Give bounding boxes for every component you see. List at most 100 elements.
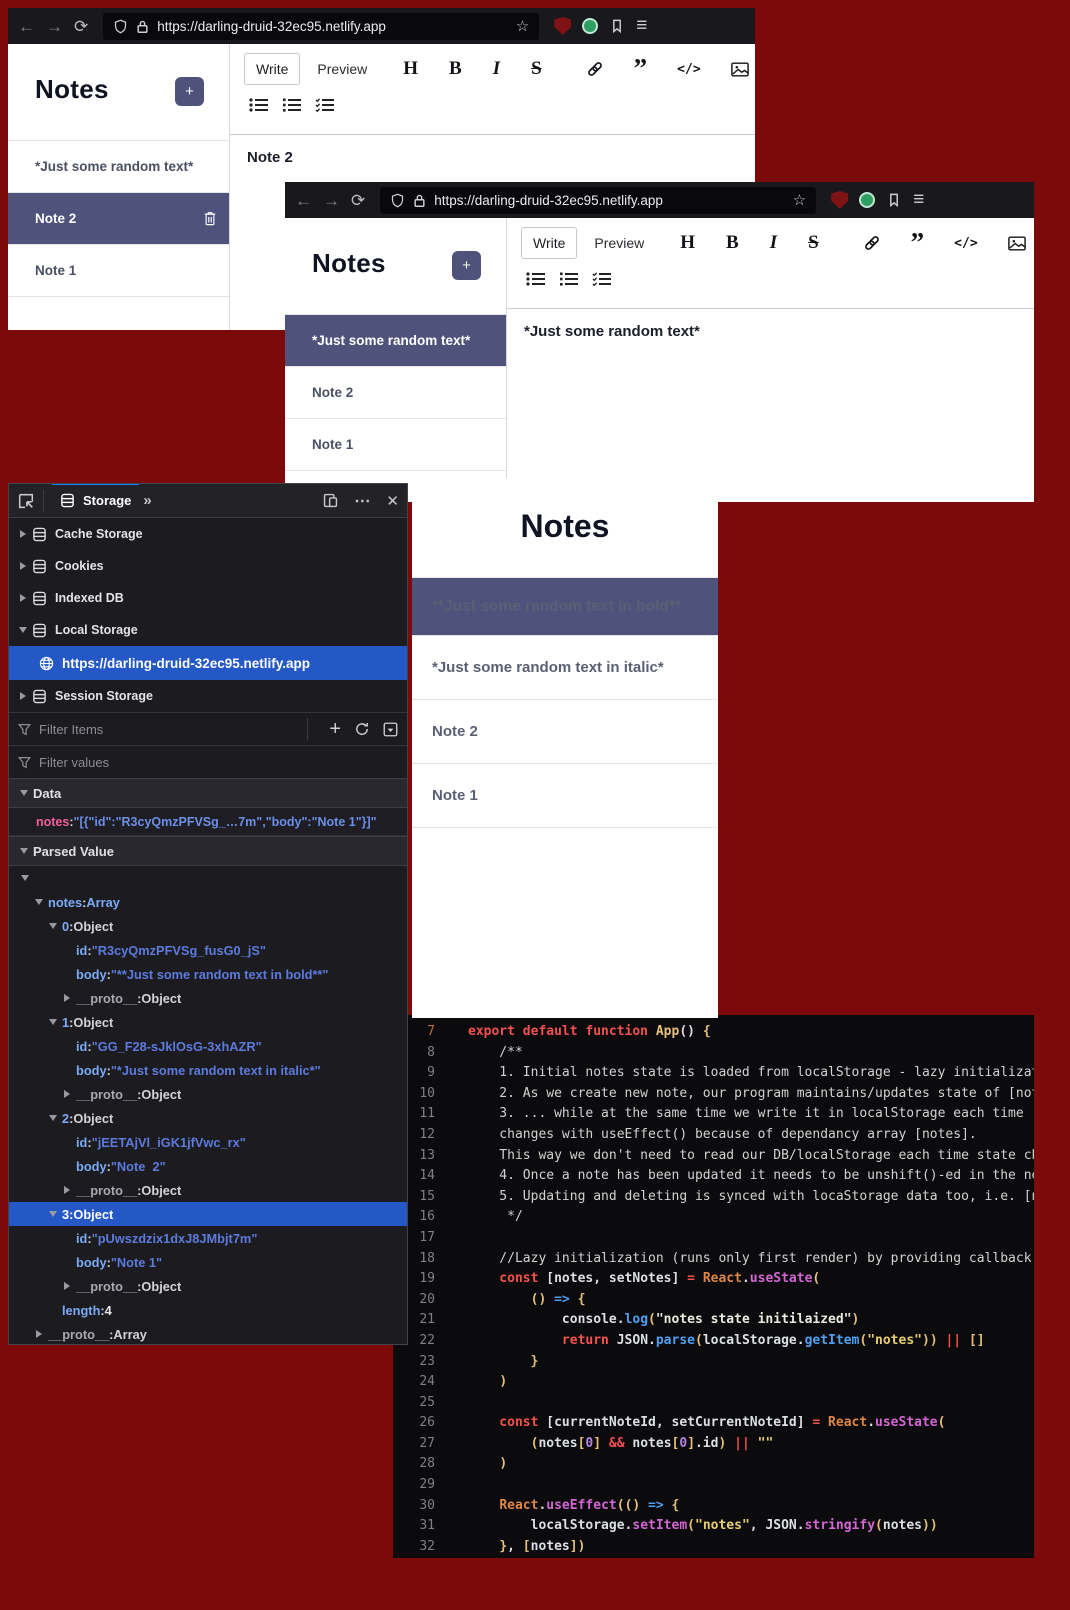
quote-icon[interactable]: ” bbox=[634, 55, 648, 82]
tab-storage[interactable]: Storage bbox=[52, 484, 140, 518]
add-note-button[interactable]: + bbox=[175, 77, 204, 106]
extension-icon[interactable] bbox=[859, 192, 876, 208]
parsed-tree-row[interactable]: body: "Note 1" bbox=[9, 1250, 407, 1274]
note-item[interactable]: *Just some random text in italic* bbox=[412, 636, 718, 700]
storage-tree-item[interactable]: Cache Storage bbox=[9, 518, 407, 550]
bold-icon[interactable]: B bbox=[726, 232, 739, 254]
code-line[interactable]: 29 bbox=[393, 1475, 1034, 1496]
link-icon[interactable] bbox=[863, 234, 881, 252]
chevron-right-icon[interactable] bbox=[61, 1090, 73, 1098]
parsed-tree-row[interactable]: id: "jEETAjVl_iGK1jfVwc_rx" bbox=[9, 1130, 407, 1154]
parsed-tree-row[interactable]: notes: Array bbox=[9, 890, 407, 914]
reload-button[interactable]: ⟳ bbox=[74, 18, 88, 35]
parsed-tree-row[interactable]: __proto__:Object bbox=[9, 1178, 407, 1202]
heading-icon[interactable]: H bbox=[680, 232, 695, 254]
storage-tree-item[interactable]: Local Storage bbox=[9, 614, 407, 646]
code-line[interactable]: 16 */ bbox=[393, 1207, 1034, 1228]
strikethrough-icon[interactable]: S bbox=[531, 58, 542, 80]
add-item-icon[interactable]: + bbox=[329, 719, 341, 739]
chevron-down-icon[interactable] bbox=[17, 627, 29, 633]
code-line[interactable]: 8 /** bbox=[393, 1043, 1034, 1064]
chevron-right-icon[interactable] bbox=[61, 1186, 73, 1194]
url-bar[interactable]: https://darling-druid-32ec95.netlify.app… bbox=[380, 186, 817, 214]
ublock-extension-icon[interactable] bbox=[554, 17, 572, 35]
refresh-icon[interactable] bbox=[354, 721, 370, 737]
chevron-right-icon[interactable] bbox=[17, 692, 29, 700]
code-line[interactable]: 19 const [notes, setNotes] = React.useSt… bbox=[393, 1269, 1034, 1290]
chevron-down-icon[interactable] bbox=[19, 875, 31, 881]
forward-button[interactable]: → bbox=[323, 192, 340, 209]
code-line[interactable]: 20 () => { bbox=[393, 1290, 1034, 1311]
parsed-tree-row[interactable]: 1:Object bbox=[9, 1010, 407, 1034]
code-line[interactable]: 18 //Lazy initialization (runs only firs… bbox=[393, 1249, 1034, 1270]
italic-icon[interactable]: I bbox=[493, 58, 500, 80]
chevron-down-icon[interactable] bbox=[47, 923, 59, 929]
chevron-right-icon[interactable] bbox=[33, 1330, 45, 1338]
parsed-tree-row[interactable]: id: "GG_F28-sJklOsG-3xhAZR" bbox=[9, 1034, 407, 1058]
code-line[interactable]: 10 2. As we create new note, our program… bbox=[393, 1084, 1034, 1105]
responsive-mode-icon[interactable] bbox=[322, 492, 339, 509]
pick-element-icon[interactable] bbox=[17, 492, 35, 510]
code-line[interactable]: 21 console.log("notes state initilaized"… bbox=[393, 1310, 1034, 1331]
save-page-icon[interactable] bbox=[609, 18, 625, 34]
parsed-tree-row[interactable]: 2:Object bbox=[9, 1106, 407, 1130]
close-icon[interactable]: ✕ bbox=[386, 492, 399, 510]
reload-button[interactable]: ⟳ bbox=[351, 192, 365, 209]
filter-values-input[interactable]: Filter values bbox=[39, 755, 109, 770]
storage-data-row[interactable]: notes: "[{"id":"R3cyQmzPFVSg_…7m","body":… bbox=[9, 808, 407, 836]
quote-icon[interactable]: ” bbox=[911, 229, 925, 256]
code-line[interactable]: 17 bbox=[393, 1228, 1034, 1249]
ublock-extension-icon[interactable] bbox=[831, 191, 849, 209]
code-line[interactable]: 7 export default function App() { bbox=[393, 1022, 1034, 1043]
note-item[interactable]: Note 1 bbox=[285, 419, 506, 471]
code-line[interactable]: 14 4. Once a note has been updated it ne… bbox=[393, 1166, 1034, 1187]
parsed-tree-row[interactable]: __proto__:Array bbox=[9, 1322, 407, 1344]
parsed-tree-row[interactable]: length:4 bbox=[9, 1298, 407, 1322]
editor-textarea[interactable]: Note 2 bbox=[230, 135, 755, 180]
data-section-header[interactable]: Data bbox=[9, 778, 407, 808]
devtools-menu-icon[interactable]: ⋯ bbox=[354, 491, 371, 511]
bookmark-star-icon[interactable]: ☆ bbox=[793, 191, 806, 209]
chevron-right-icon[interactable] bbox=[17, 562, 29, 570]
parsed-tree-row[interactable] bbox=[9, 866, 407, 890]
bookmark-star-icon[interactable]: ☆ bbox=[516, 17, 529, 35]
chevron-down-icon[interactable] bbox=[33, 899, 45, 905]
parsed-tree-row[interactable]: body: "**Just some random text in bold**" bbox=[9, 962, 407, 986]
chevron-right-icon[interactable] bbox=[61, 1282, 73, 1290]
note-item[interactable]: *Just some random text* bbox=[8, 141, 229, 193]
parsed-tree-row[interactable]: 3:Object bbox=[9, 1202, 407, 1226]
code-line[interactable]: 12 changes with useEffect() because of d… bbox=[393, 1125, 1034, 1146]
menu-icon[interactable]: ≡ bbox=[913, 189, 924, 211]
checklist-icon[interactable] bbox=[315, 97, 335, 113]
parsed-tree-row[interactable]: __proto__:Object bbox=[9, 1274, 407, 1298]
storage-tree-item[interactable]: Session Storage bbox=[9, 680, 407, 712]
tab-write[interactable]: Write bbox=[521, 227, 578, 259]
code-line[interactable]: 15 5. Updating and deleting is synced wi… bbox=[393, 1187, 1034, 1208]
note-item[interactable]: Note 2 bbox=[285, 367, 506, 419]
parsed-tree-row[interactable]: body: "Note 2" bbox=[9, 1154, 407, 1178]
numbered-list-icon[interactable] bbox=[282, 97, 302, 113]
bold-icon[interactable]: B bbox=[449, 58, 462, 80]
editor-textarea[interactable]: *Just some random text* bbox=[507, 309, 1034, 354]
storage-tree-item[interactable]: Indexed DB bbox=[9, 582, 407, 614]
note-item[interactable]: Note 1 bbox=[412, 764, 718, 828]
storage-origin-item[interactable]: https://darling-druid-32ec95.netlify.app bbox=[9, 646, 407, 680]
tab-write[interactable]: Write bbox=[244, 53, 301, 85]
extension-icon[interactable] bbox=[582, 18, 599, 34]
chevron-right-icon[interactable] bbox=[17, 530, 29, 538]
parsed-tree-row[interactable]: 0:Object bbox=[9, 914, 407, 938]
image-icon[interactable] bbox=[730, 61, 749, 77]
parsed-tree-row[interactable]: __proto__:Object bbox=[9, 1082, 407, 1106]
tab-preview[interactable]: Preview bbox=[317, 61, 367, 77]
forward-button[interactable]: → bbox=[46, 18, 63, 35]
parsed-tree-row[interactable]: id: "pUwszdzix1dxJ8JMbjt7m" bbox=[9, 1226, 407, 1250]
variables-view-icon[interactable] bbox=[383, 722, 398, 737]
code-line[interactable]: 23 } bbox=[393, 1352, 1034, 1373]
code-line[interactable]: 11 3. ... while at the same time we writ… bbox=[393, 1104, 1034, 1125]
note-item[interactable]: **Just some random text in bold** bbox=[412, 578, 718, 636]
save-page-icon[interactable] bbox=[886, 192, 902, 208]
chevron-down-icon[interactable] bbox=[47, 1019, 59, 1025]
menu-icon[interactable]: ≡ bbox=[636, 15, 647, 37]
add-note-button[interactable]: + bbox=[452, 251, 481, 280]
url-text[interactable]: https://darling-druid-32ec95.netlify.app bbox=[434, 193, 663, 208]
